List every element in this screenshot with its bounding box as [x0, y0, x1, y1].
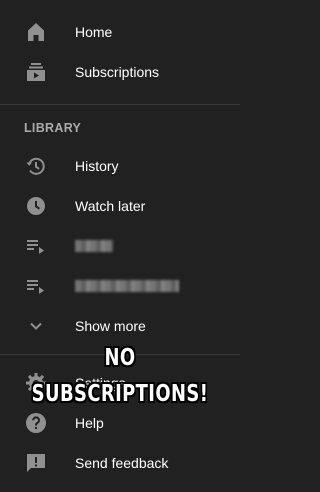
- divider: [0, 104, 240, 105]
- library-item-playlist[interactable]: [0, 226, 240, 266]
- chevron-down-icon: [24, 314, 48, 338]
- overlay-caption: NO SUBSCRIPTIONS!: [31, 345, 209, 407]
- library-item-label: History: [75, 158, 119, 174]
- library-item-watch-later[interactable]: Watch later: [0, 186, 240, 226]
- watch-later-icon: [24, 194, 48, 218]
- nav-item-subscriptions[interactable]: Subscriptions: [0, 52, 240, 92]
- library-section-title: LIBRARY: [24, 121, 82, 135]
- home-icon: [24, 20, 48, 44]
- nav-item-label: Subscriptions: [75, 64, 160, 80]
- playlist-icon: [24, 234, 48, 258]
- history-icon: [24, 154, 48, 178]
- nav-item-label: Home: [75, 24, 113, 40]
- subscriptions-icon: [24, 60, 48, 84]
- library-item-label: Watch later: [75, 198, 146, 214]
- blurred-playlist-title: [75, 240, 113, 252]
- help-icon: [24, 411, 48, 435]
- footer-item-label: Send feedback: [75, 455, 169, 471]
- library-item-playlist[interactable]: [0, 266, 240, 306]
- blurred-playlist-title: [75, 280, 179, 292]
- playlist-icon: [24, 274, 48, 298]
- library-item-label: Show more: [75, 318, 146, 334]
- footer-item-label: Help: [75, 415, 104, 431]
- footer-item-send-feedback[interactable]: Send feedback: [0, 443, 240, 483]
- library-item-history[interactable]: History: [0, 146, 240, 186]
- feedback-icon: [24, 451, 48, 475]
- nav-item-home[interactable]: Home: [0, 12, 240, 52]
